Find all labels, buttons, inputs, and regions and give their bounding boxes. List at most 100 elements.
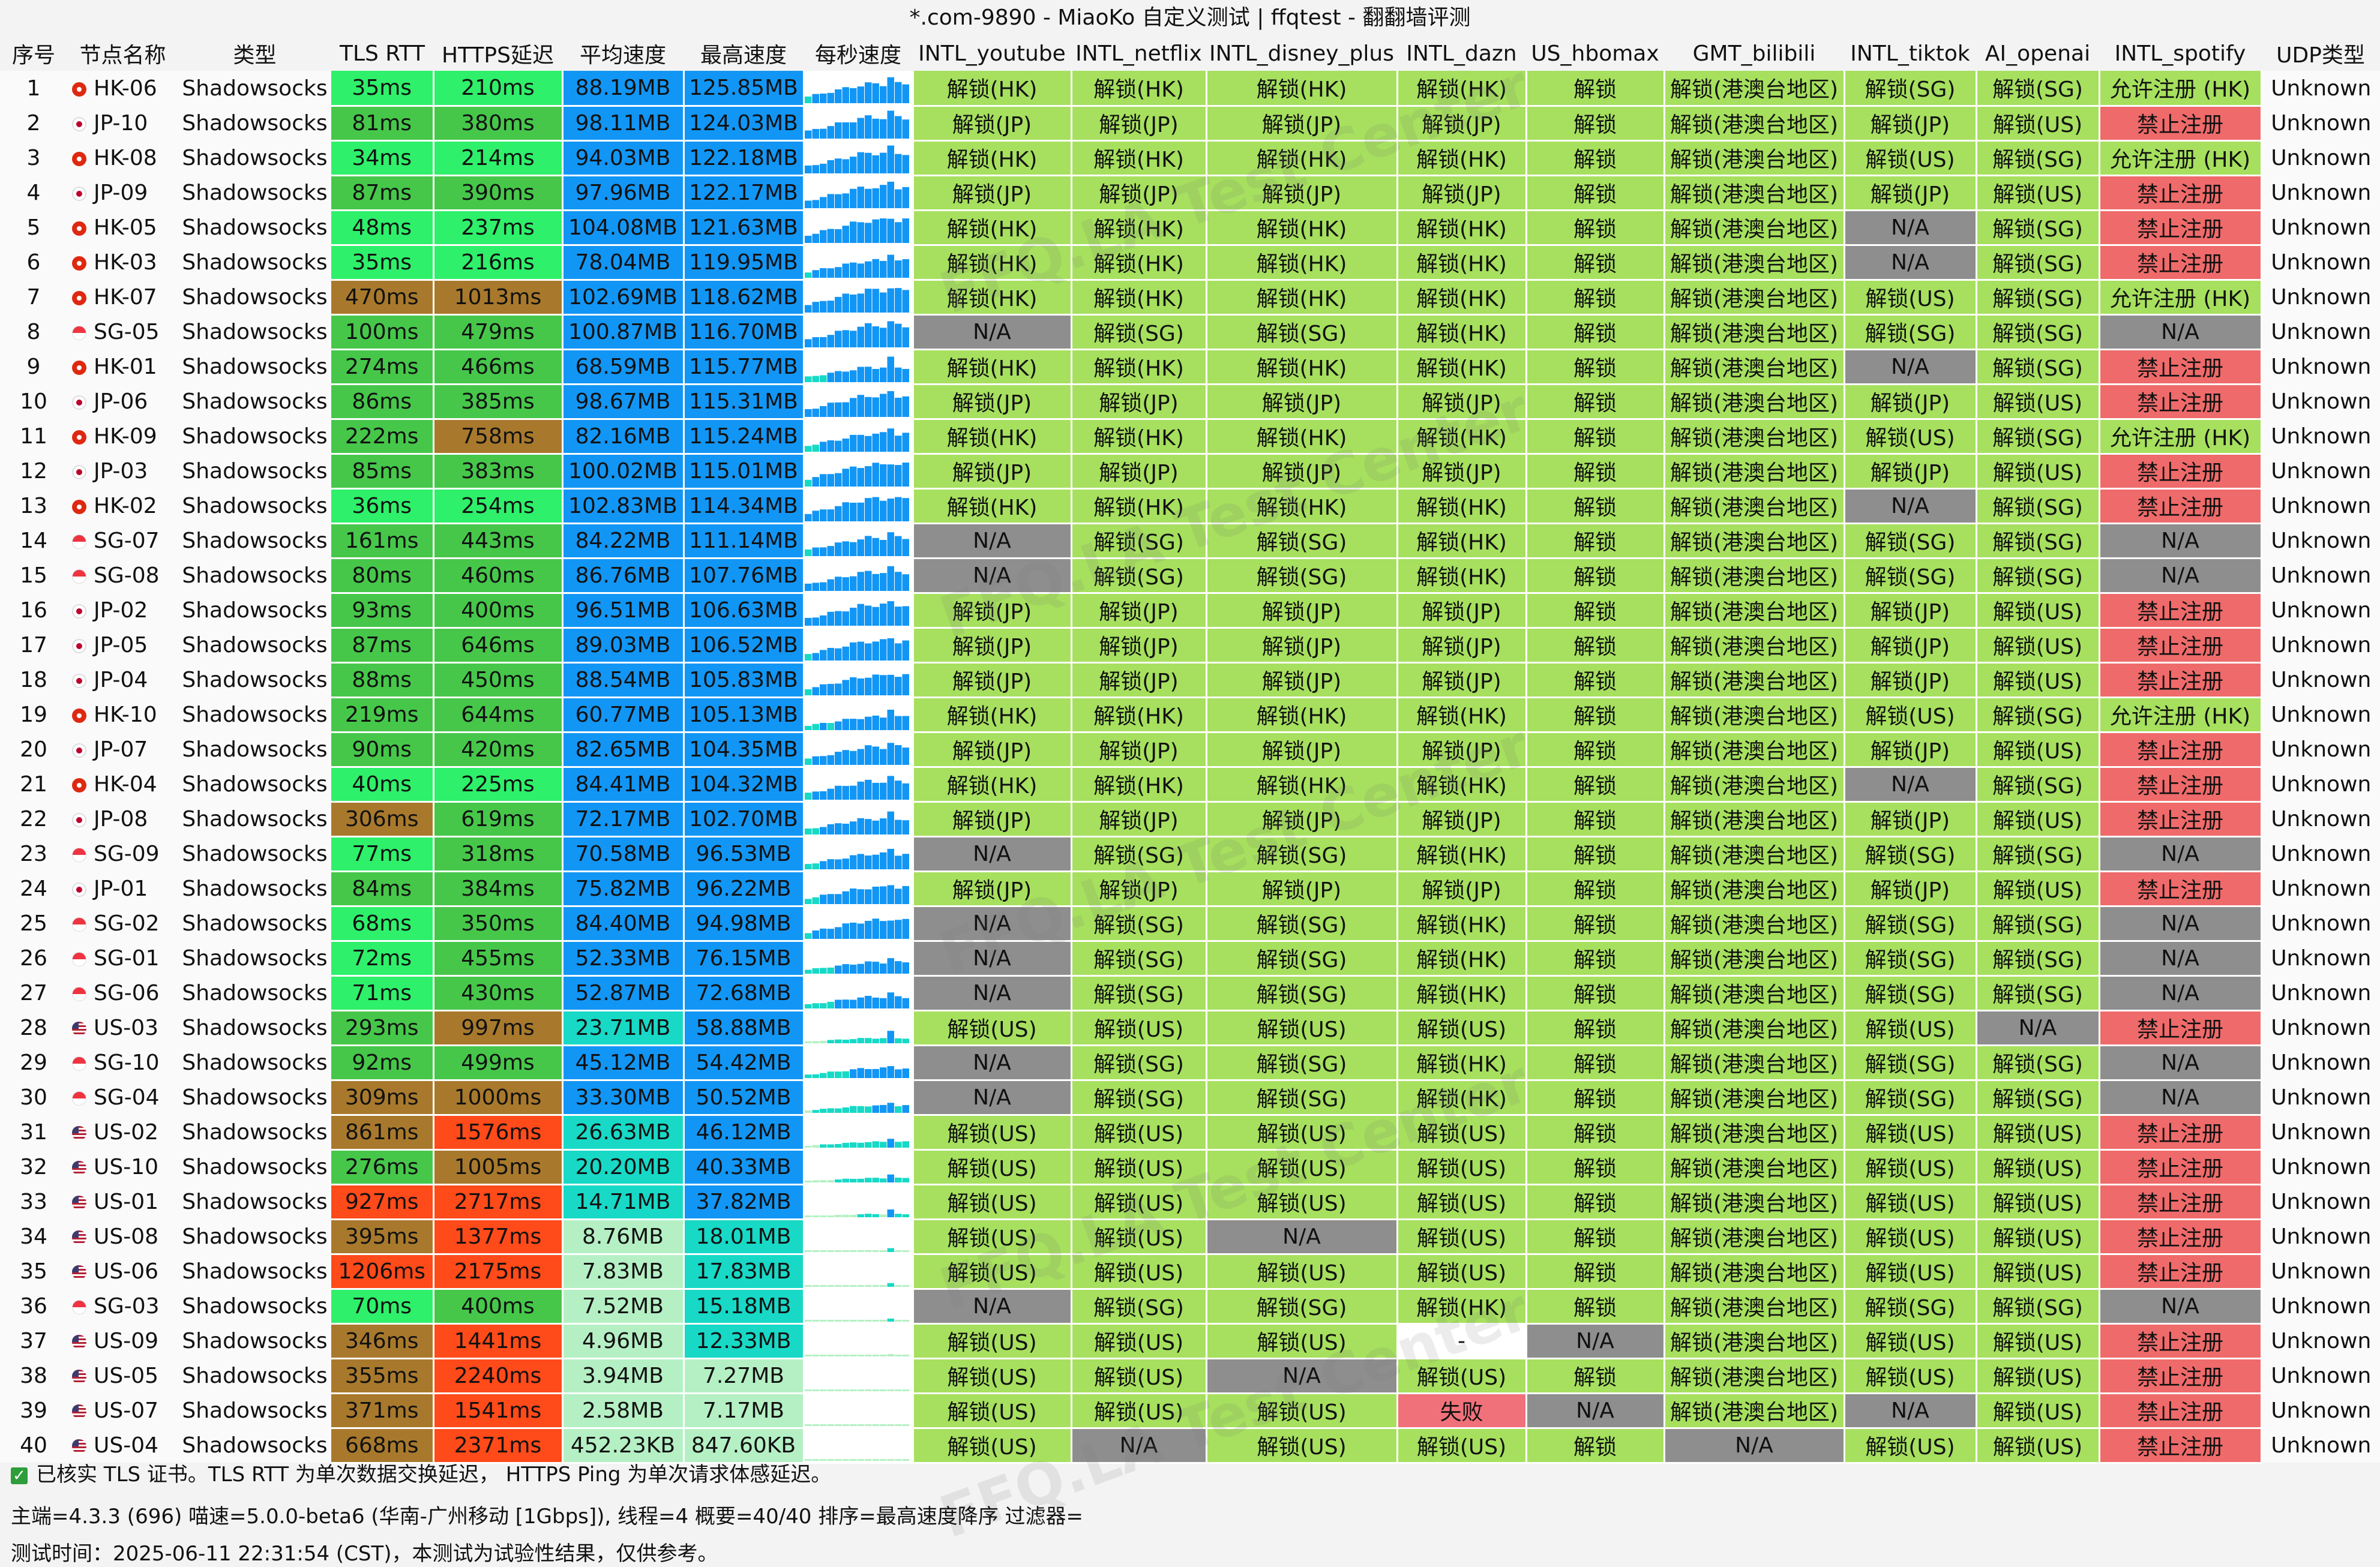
- table-row[interactable]: 37 US-09 Shadowsocks 346ms 1441ms 4.96MB 12.33…: [0, 1323, 2380, 1359]
- sparkline-bar: [842, 502, 849, 521]
- table-row[interactable]: 8 SG-05 Shadowsocks 100ms 479ms 100.87MB 116.7…: [0, 314, 2380, 350]
- speed-sparkline: [804, 709, 909, 730]
- header-col-spotify[interactable]: INTL_spotify: [2099, 36, 2261, 71]
- cell-tiktok-text: N/A: [1891, 354, 1929, 379]
- table-row[interactable]: 25 SG-02 Shadowsocks 68ms 350ms 84.40MB 94.98M…: [0, 906, 2380, 942]
- table-row[interactable]: 17 JP-05 Shadowsocks 87ms 646ms 89.03MB 106.52…: [0, 628, 2380, 664]
- header-col-https[interactable]: HTTPS延迟: [433, 36, 562, 71]
- table-row[interactable]: 19 HK-10 Shadowsocks 219ms 644ms 60.77MB 105.1…: [0, 697, 2380, 733]
- table-row[interactable]: 1 HK-06 Shadowsocks 35ms 210ms 88.19MB 125.85M…: [0, 71, 2380, 107]
- table-row[interactable]: 39 US-07 Shadowsocks 371ms 1541ms 2.58MB 7.17M…: [0, 1393, 2380, 1429]
- header-col-persec[interactable]: 每秒速度: [804, 36, 913, 71]
- header-col-udp[interactable]: UDP类型: [2261, 36, 2380, 71]
- cell-max-speed-text: 125.85MB: [689, 75, 798, 100]
- header-col-avg[interactable]: 平均速度: [562, 36, 684, 71]
- cell-bilibili: 解锁(港澳台地区): [1664, 1149, 1845, 1185]
- table-row[interactable]: 28 US-03 Shadowsocks 293ms 997ms 23.71MB 58.88…: [0, 1010, 2380, 1046]
- cell-openai: 解锁(SG): [1976, 836, 2100, 872]
- cell-dazn: 失败: [1397, 1393, 1527, 1429]
- cell-openai-text: 解锁(SG): [1992, 287, 2083, 311]
- cell-node-name-text: HK-01: [94, 354, 157, 379]
- table-row[interactable]: 6 HK-03 Shadowsocks 35ms 216ms 78.04MB 119.95M…: [0, 245, 2380, 281]
- cell-node-name: JP-09: [67, 175, 178, 210]
- table-row[interactable]: 15 SG-08 Shadowsocks 80ms 460ms 86.76MB 107.76…: [0, 558, 2380, 594]
- table-row[interactable]: 34 US-08 Shadowsocks 395ms 1377ms 8.76MB 18.01…: [0, 1219, 2380, 1255]
- header-col-name[interactable]: 节点名称: [67, 36, 178, 71]
- table-row[interactable]: 2 JP-10 Shadowsocks 81ms 380ms 98.11MB 124.03M…: [0, 106, 2380, 142]
- sparkline-bar: [879, 1459, 886, 1461]
- cell-udp-type-text: Unknown: [2271, 598, 2372, 623]
- cell-type-text: Shadowsocks: [182, 458, 328, 484]
- header-col-youtube[interactable]: INTL_youtube: [913, 36, 1071, 71]
- table-row[interactable]: 23 SG-09 Shadowsocks 77ms 318ms 70.58MB 96.53M…: [0, 836, 2380, 872]
- table-row[interactable]: 18 JP-04 Shadowsocks 88ms 450ms 88.54MB 105.83…: [0, 662, 2380, 698]
- table-row[interactable]: 7 HK-07 Shadowsocks 470ms 1013ms 102.69MB 118.…: [0, 280, 2380, 316]
- table-row[interactable]: 30 SG-04 Shadowsocks 309ms 1000ms 33.30MB 50.5…: [0, 1080, 2380, 1116]
- cell-node-name: JP-06: [67, 384, 178, 419]
- table-row[interactable]: 10 JP-06 Shadowsocks 86ms 385ms 98.67MB 115.31…: [0, 384, 2380, 420]
- cell-tiktok: 解锁(JP): [1844, 593, 1977, 629]
- header-col-tiktok[interactable]: INTL_tiktok: [1844, 36, 1976, 71]
- header-col-tls[interactable]: TLS RTT: [331, 36, 433, 71]
- header-col-type[interactable]: 类型: [178, 36, 331, 71]
- cell-https-latency-text: 499ms: [461, 1050, 535, 1075]
- cell-youtube-text: 解锁(JP): [952, 670, 1032, 694]
- table-row[interactable]: 24 JP-01 Shadowsocks 84ms 384ms 75.82MB 96.22M…: [0, 871, 2380, 907]
- table-row[interactable]: 22 JP-08 Shadowsocks 306ms 619ms 72.17MB 102.7…: [0, 801, 2380, 837]
- header-col-disney[interactable]: INTL_disney_plus: [1206, 36, 1397, 71]
- table-row[interactable]: 3 HK-08 Shadowsocks 34ms 214ms 94.03MB 122.18M…: [0, 140, 2380, 176]
- cell-tls-rtt-text: 70ms: [352, 1293, 412, 1319]
- cell-type-text: Shadowsocks: [182, 284, 328, 310]
- header-col-max[interactable]: 最高速度: [684, 36, 804, 71]
- table-row[interactable]: 38 US-05 Shadowsocks 355ms 2240ms 3.94MB 7.27M…: [0, 1358, 2380, 1394]
- header-col-netflix[interactable]: INTL_netflix: [1071, 36, 1206, 71]
- cell-spotify: 禁止注册: [2099, 349, 2262, 385]
- table-row[interactable]: 36 SG-03 Shadowsocks 70ms 400ms 7.52MB 15.18MB…: [0, 1289, 2380, 1325]
- cell-tiktok: 解锁(US): [1844, 1115, 1977, 1151]
- sparkline-bar: [842, 719, 849, 730]
- table-row[interactable]: 20 JP-07 Shadowsocks 90ms 420ms 82.65MB 104.35…: [0, 732, 2380, 768]
- table-row[interactable]: 32 US-10 Shadowsocks 276ms 1005ms 20.20MB 40.3…: [0, 1149, 2380, 1185]
- cell-hbomax: 解锁: [1526, 1358, 1665, 1394]
- cell-max-speed-text: 76.15MB: [696, 945, 792, 971]
- table-row[interactable]: 12 JP-03 Shadowsocks 85ms 383ms 100.02MB 115.0…: [0, 454, 2380, 490]
- cell-netflix: 解锁(SG): [1071, 1080, 1207, 1116]
- cell-netflix-text: 解锁(JP): [1099, 635, 1179, 659]
- cell-tiktok: N/A: [1844, 488, 1977, 524]
- sparkline-bar: [864, 1320, 871, 1322]
- sparkline-bar: [857, 539, 864, 556]
- cell-hbomax: 解锁: [1526, 523, 1665, 559]
- table-row[interactable]: 35 US-06 Shadowsocks 1206ms 2175ms 7.83MB 17.8…: [0, 1254, 2380, 1290]
- header-col-no[interactable]: 序号: [0, 36, 67, 71]
- sparkline-bar: [842, 964, 849, 974]
- cell-youtube: 解锁(US): [913, 1254, 1072, 1290]
- cell-disney: 解锁(JP): [1206, 384, 1398, 420]
- cell-node-name: JP-02: [67, 593, 178, 628]
- table-row[interactable]: 27 SG-06 Shadowsocks 71ms 430ms 52.87MB 72.68M…: [0, 975, 2380, 1011]
- cell-tls-rtt: 70ms: [331, 1289, 434, 1325]
- table-row[interactable]: 29 SG-10 Shadowsocks 92ms 499ms 45.12MB 54.42M…: [0, 1045, 2380, 1081]
- table-row[interactable]: 5 HK-05 Shadowsocks 48ms 237ms 104.08MB 121.63…: [0, 210, 2380, 246]
- cell-disney-text: 解锁(HK): [1256, 252, 1347, 277]
- table-row[interactable]: 13 HK-02 Shadowsocks 36ms 254ms 102.83MB 114.3…: [0, 488, 2380, 524]
- table-row[interactable]: 33 US-01 Shadowsocks 927ms 2717ms 14.71MB 37.8…: [0, 1184, 2380, 1220]
- table-row[interactable]: 16 JP-02 Shadowsocks 93ms 400ms 96.51MB 106.63…: [0, 593, 2380, 629]
- header-col-dazn[interactable]: INTL_dazn: [1397, 36, 1526, 71]
- table-row[interactable]: 26 SG-01 Shadowsocks 72ms 455ms 52.33MB 76.15M…: [0, 941, 2380, 977]
- table-row[interactable]: 14 SG-07 Shadowsocks 161ms 443ms 84.22MB 111.1…: [0, 523, 2380, 559]
- header-col-openai[interactable]: AI_openai: [1976, 36, 2099, 71]
- table-row[interactable]: 11 HK-09 Shadowsocks 222ms 758ms 82.16MB 115.2…: [0, 419, 2380, 455]
- sparkline-bar: [842, 750, 849, 765]
- cell-no: 32: [0, 1149, 67, 1184]
- table-row[interactable]: 31 US-02 Shadowsocks 861ms 1576ms 26.63MB 46.1…: [0, 1115, 2380, 1151]
- sparkline-bar: [857, 1068, 864, 1078]
- header-col-bilibili[interactable]: GMT_bilibili: [1664, 36, 1844, 71]
- cell-tls-rtt: 35ms: [331, 71, 434, 107]
- sparkline-bar: [834, 1039, 841, 1043]
- header-col-hbomax[interactable]: US_hbomax: [1526, 36, 1664, 71]
- table-row[interactable]: 4 JP-09 Shadowsocks 87ms 390ms 97.96MB 122.17M…: [0, 175, 2380, 211]
- table-row[interactable]: 21 HK-04 Shadowsocks 40ms 225ms 84.41MB 104.32…: [0, 767, 2380, 803]
- cell-spotify: 禁止注册: [2099, 628, 2262, 664]
- table-row[interactable]: 9 HK-01 Shadowsocks 274ms 466ms 68.59MB 115.77…: [0, 349, 2380, 385]
- cell-per-second-speed: [804, 1045, 914, 1081]
